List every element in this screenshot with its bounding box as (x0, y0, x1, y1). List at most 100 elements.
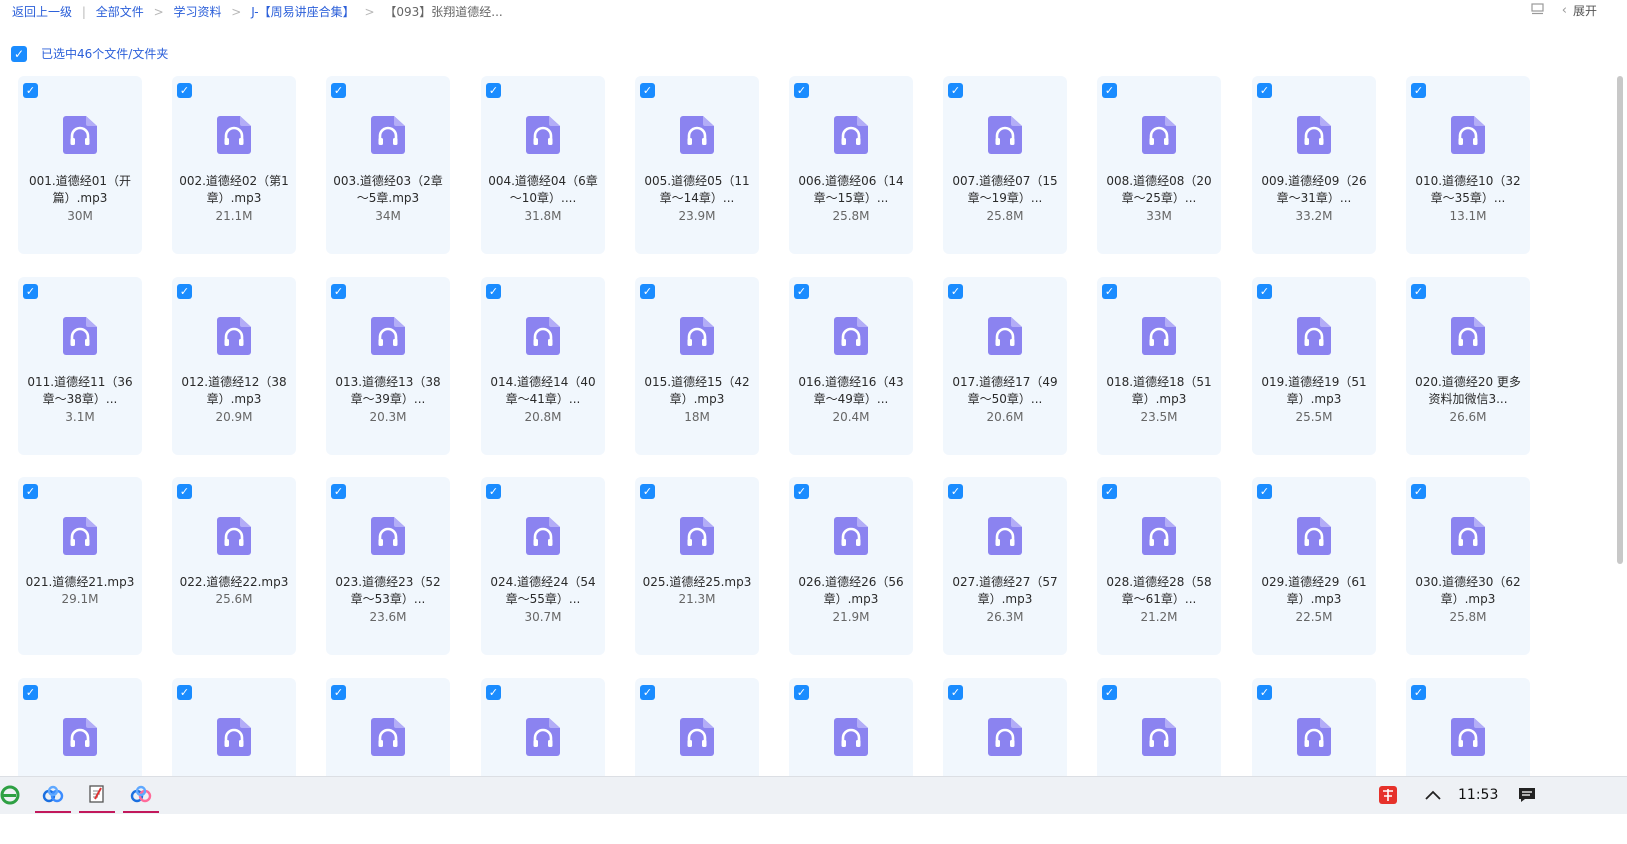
file-card[interactable]: ✓ 017.道德经17（49章～50章）... 20.6M (943, 277, 1067, 455)
file-checkbox[interactable]: ✓ (640, 284, 655, 299)
file-checkbox[interactable]: ✓ (1102, 284, 1117, 299)
file-card[interactable]: ✓ (1406, 678, 1530, 778)
file-checkbox[interactable]: ✓ (331, 685, 346, 700)
file-checkbox[interactable]: ✓ (640, 484, 655, 499)
file-card[interactable]: ✓ 025.道德经25.mp3 21.3M (635, 477, 759, 655)
breadcrumb-study-material[interactable]: 学习资料 (173, 5, 221, 19)
back-link[interactable]: 返回上一级 (12, 5, 72, 19)
file-checkbox[interactable]: ✓ (1257, 284, 1272, 299)
file-checkbox[interactable]: ✓ (1257, 83, 1272, 98)
file-checkbox[interactable]: ✓ (1411, 685, 1426, 700)
file-card[interactable]: ✓ (172, 678, 296, 778)
file-checkbox[interactable]: ✓ (948, 484, 963, 499)
file-checkbox[interactable]: ✓ (640, 685, 655, 700)
notification-icon[interactable] (1517, 777, 1537, 813)
file-card[interactable]: ✓ 004.道德经04（6章～10章）.... 31.8M (481, 76, 605, 254)
file-checkbox[interactable]: ✓ (23, 484, 38, 499)
chevron-left-icon[interactable]: ‹ (1562, 3, 1567, 18)
file-card[interactable]: ✓ 018.道德经18（51章）.mp3 23.5M (1097, 277, 1221, 455)
file-card[interactable]: ✓ 030.道德经30（62章）.mp3 25.8M (1406, 477, 1530, 655)
file-card[interactable]: ✓ 002.道德经02（第1章）.mp3 21.1M (172, 76, 296, 254)
file-checkbox[interactable]: ✓ (794, 685, 809, 700)
file-card[interactable]: ✓ 008.道德经08（20章～25章）... 33M (1097, 76, 1221, 254)
file-card[interactable]: ✓ 009.道德经09（26章～31章）... 33.2M (1252, 76, 1376, 254)
file-checkbox[interactable]: ✓ (948, 284, 963, 299)
breadcrumb-zhouyi-collection[interactable]: J-【周易讲座合集】 (251, 5, 354, 19)
file-checkbox[interactable]: ✓ (331, 83, 346, 98)
file-card[interactable]: ✓ 023.道德经23（52章～53章）... 23.6M (326, 477, 450, 655)
vertical-scrollbar[interactable] (1617, 76, 1623, 564)
select-all-checkbox[interactable]: ✓ (11, 45, 27, 62)
file-card[interactable]: ✓ 011.道德经11（36章～38章）... 3.1M (18, 277, 142, 455)
file-checkbox[interactable]: ✓ (177, 284, 192, 299)
input-method-icon[interactable] (1376, 777, 1400, 813)
file-card[interactable]: ✓ (18, 678, 142, 778)
file-card[interactable]: ✓ (1252, 678, 1376, 778)
file-checkbox[interactable]: ✓ (23, 685, 38, 700)
file-checkbox[interactable]: ✓ (794, 83, 809, 98)
file-card[interactable]: ✓ (326, 678, 450, 778)
file-checkbox[interactable]: ✓ (948, 685, 963, 700)
ie-icon[interactable] (0, 777, 28, 813)
file-checkbox[interactable]: ✓ (794, 284, 809, 299)
audio-file-icon (217, 116, 251, 154)
file-card[interactable]: ✓ 024.道德经24（54章～55章）... 30.7M (481, 477, 605, 655)
notepad-icon[interactable] (79, 777, 115, 813)
list-view-icon[interactable] (1531, 2, 1544, 19)
file-card[interactable]: ✓ 003.道德经03（2章～5章.mp3 34M (326, 76, 450, 254)
file-checkbox[interactable]: ✓ (1257, 484, 1272, 499)
file-card[interactable]: ✓ 029.道德经29（61章）.mp3 22.5M (1252, 477, 1376, 655)
file-checkbox[interactable]: ✓ (1102, 685, 1117, 700)
file-checkbox[interactable]: ✓ (1257, 685, 1272, 700)
baidu-netdisk-active-icon[interactable] (123, 777, 159, 813)
file-card[interactable]: ✓ 022.道德经22.mp3 25.6M (172, 477, 296, 655)
file-checkbox[interactable]: ✓ (23, 284, 38, 299)
file-checkbox[interactable]: ✓ (794, 484, 809, 499)
file-card[interactable]: ✓ 028.道德经28（58章～61章）... 21.2M (1097, 477, 1221, 655)
file-card[interactable]: ✓ 026.道德经26（56章）.mp3 21.9M (789, 477, 913, 655)
file-checkbox[interactable]: ✓ (1102, 83, 1117, 98)
file-checkbox[interactable]: ✓ (177, 685, 192, 700)
file-checkbox[interactable]: ✓ (486, 83, 501, 98)
file-checkbox[interactable]: ✓ (948, 83, 963, 98)
file-card[interactable]: ✓ (635, 678, 759, 778)
file-card[interactable]: ✓ 010.道德经10（32章～35章）... 13.1M (1406, 76, 1530, 254)
file-checkbox[interactable]: ✓ (331, 284, 346, 299)
expand-button[interactable]: 展开 (1573, 2, 1597, 19)
clock[interactable]: 11:53 (1458, 777, 1498, 813)
file-checkbox[interactable]: ✓ (177, 83, 192, 98)
file-checkbox[interactable]: ✓ (486, 685, 501, 700)
file-card[interactable]: ✓ 001.道德经01（开篇）.mp3 30M (18, 76, 142, 254)
file-checkbox[interactable]: ✓ (640, 83, 655, 98)
file-card[interactable]: ✓ 006.道德经06（14章～15章）... 25.8M (789, 76, 913, 254)
file-checkbox[interactable]: ✓ (331, 484, 346, 499)
audio-file-icon (371, 718, 405, 756)
breadcrumb-all-files[interactable]: 全部文件 (96, 5, 144, 19)
file-card[interactable]: ✓ 005.道德经05（11章～14章）... 23.9M (635, 76, 759, 254)
file-card[interactable]: ✓ 012.道德经12（38章）.mp3 20.9M (172, 277, 296, 455)
file-card[interactable]: ✓ 013.道德经13（38章～39章）... 20.3M (326, 277, 450, 455)
file-checkbox[interactable]: ✓ (1411, 484, 1426, 499)
file-card[interactable]: ✓ 021.道德经21.mp3 29.1M (18, 477, 142, 655)
file-checkbox[interactable]: ✓ (486, 484, 501, 499)
baidu-netdisk-icon[interactable] (35, 777, 71, 813)
file-checkbox[interactable]: ✓ (1411, 284, 1426, 299)
file-checkbox[interactable]: ✓ (23, 83, 38, 98)
file-card[interactable]: ✓ (789, 678, 913, 778)
file-checkbox[interactable]: ✓ (1102, 484, 1117, 499)
file-card[interactable]: ✓ (1097, 678, 1221, 778)
file-card[interactable]: ✓ 019.道德经19（51章）.mp3 25.5M (1252, 277, 1376, 455)
file-card[interactable]: ✓ 007.道德经07（15章～19章）... 25.8M (943, 76, 1067, 254)
file-checkbox[interactable]: ✓ (1411, 83, 1426, 98)
file-card[interactable]: ✓ (943, 678, 1067, 778)
file-card[interactable]: ✓ 016.道德经16（43章～49章）... 20.4M (789, 277, 913, 455)
file-card[interactable]: ✓ 014.道德经14（40章～41章）... 20.8M (481, 277, 605, 455)
file-card[interactable]: ✓ (481, 678, 605, 778)
file-checkbox[interactable]: ✓ (177, 484, 192, 499)
tray-chevron-up-icon[interactable] (1424, 777, 1442, 813)
audio-file-icon (1297, 317, 1331, 355)
file-card[interactable]: ✓ 020.道德经20 更多资料加微信3... 26.6M (1406, 277, 1530, 455)
file-checkbox[interactable]: ✓ (486, 284, 501, 299)
file-card[interactable]: ✓ 027.道德经27（57章）.mp3 26.3M (943, 477, 1067, 655)
file-card[interactable]: ✓ 015.道德经15（42章）.mp3 18M (635, 277, 759, 455)
